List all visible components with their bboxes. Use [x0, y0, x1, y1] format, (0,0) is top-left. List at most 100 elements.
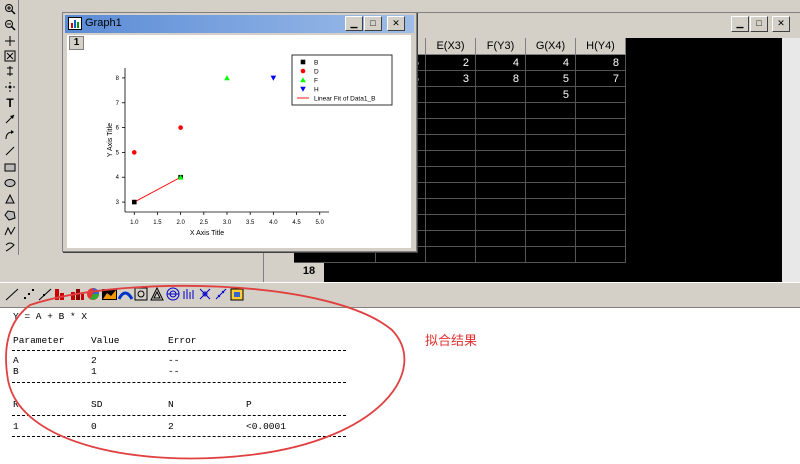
error-bar-icon[interactable] — [214, 287, 229, 302]
pie-chart-icon[interactable] — [86, 287, 101, 302]
worksheet-cell[interactable]: 7 — [576, 71, 626, 87]
worksheet-cell[interactable] — [476, 167, 526, 183]
text-tool-icon[interactable]: T — [1, 95, 19, 112]
worksheet-cell[interactable] — [526, 103, 576, 119]
close-button[interactable]: ✕ — [387, 16, 405, 31]
divider — [12, 436, 346, 437]
results-log[interactable]: Y = A + B * X Parameter Value Error A 2 … — [0, 307, 800, 464]
worksheet-cell[interactable] — [426, 151, 476, 167]
box-chart-icon[interactable] — [198, 287, 213, 302]
worksheet-cell[interactable] — [526, 247, 576, 263]
worksheet-cell[interactable] — [476, 135, 526, 151]
polyline-icon[interactable] — [1, 191, 19, 208]
data-point-b — [131, 199, 137, 205]
column-header[interactable]: G(X4) — [526, 38, 576, 55]
worksheet-cell[interactable] — [576, 199, 626, 215]
worksheet-cell[interactable] — [426, 167, 476, 183]
worksheet-cell[interactable] — [476, 183, 526, 199]
worksheet-cell[interactable] — [576, 119, 626, 135]
worksheet-cell[interactable] — [476, 87, 526, 103]
vector-plot-icon[interactable] — [182, 287, 197, 302]
maximize-button[interactable]: □ — [364, 16, 382, 31]
zoom-out-icon[interactable] — [1, 17, 19, 34]
worksheet-cell[interactable] — [476, 215, 526, 231]
worksheet-cell[interactable] — [526, 167, 576, 183]
maximize-button[interactable]: □ — [750, 16, 768, 32]
rectangle-icon[interactable] — [1, 159, 19, 176]
worksheet-cell[interactable] — [576, 103, 626, 119]
polar-icon[interactable] — [166, 287, 181, 302]
worksheet-cell[interactable] — [526, 215, 576, 231]
polygon-icon[interactable] — [1, 207, 19, 224]
column-plot-icon[interactable] — [54, 287, 69, 302]
x-tick-label: 1.0 — [130, 220, 139, 226]
worksheet-cell[interactable]: 4 — [476, 55, 526, 71]
worksheet-cell[interactable] — [426, 247, 476, 263]
curved-arrow-icon[interactable] — [1, 127, 19, 144]
worksheet-cell[interactable] — [476, 151, 526, 167]
worksheet-cell[interactable] — [526, 231, 576, 247]
worksheet-cell[interactable] — [576, 167, 626, 183]
worksheet-cell[interactable] — [476, 199, 526, 215]
worksheet-cell[interactable] — [426, 231, 476, 247]
zoom-in-icon[interactable] — [1, 1, 19, 18]
image-plot-icon[interactable] — [134, 287, 149, 302]
template-icon[interactable] — [230, 287, 245, 302]
worksheet-cell[interactable] — [426, 199, 476, 215]
row-header[interactable]: 18 — [294, 263, 324, 280]
stacked-column-icon[interactable] — [70, 287, 85, 302]
worksheet-cell[interactable] — [576, 135, 626, 151]
screen-reader-icon[interactable] — [1, 63, 19, 80]
column-header[interactable]: F(Y3) — [476, 38, 526, 55]
worksheet-cell[interactable]: 8 — [576, 55, 626, 71]
worksheet-cell[interactable]: 2 — [426, 55, 476, 71]
worksheet-cell[interactable] — [526, 183, 576, 199]
column-header[interactable]: E(X3) — [426, 38, 476, 55]
area-plot-icon[interactable] — [102, 287, 117, 302]
line-icon[interactable] — [1, 143, 19, 160]
minimize-button[interactable]: ▁ — [731, 16, 749, 32]
vertical-scrollbar[interactable] — [782, 38, 800, 288]
worksheet-cell[interactable] — [526, 151, 576, 167]
minimize-button[interactable]: ▁ — [345, 16, 363, 31]
column-header[interactable]: H(Y4) — [576, 38, 626, 55]
line-symbol-icon[interactable] — [38, 287, 53, 302]
freehand-icon[interactable] — [1, 223, 19, 240]
worksheet-cell[interactable] — [576, 231, 626, 247]
scatter-plot-icon[interactable] — [22, 287, 37, 302]
worksheet-cell[interactable] — [426, 119, 476, 135]
region-icon[interactable] — [1, 239, 19, 256]
worksheet-cell[interactable] — [426, 87, 476, 103]
worksheet-cell[interactable] — [476, 247, 526, 263]
data-point-d — [131, 150, 137, 155]
worksheet-cell[interactable] — [426, 215, 476, 231]
worksheet-cell[interactable] — [476, 103, 526, 119]
contour-icon[interactable] — [118, 287, 133, 302]
worksheet-cell[interactable] — [576, 215, 626, 231]
worksheet-cell[interactable] — [426, 183, 476, 199]
graph-titlebar[interactable]: Graph1 ▁ □ ✕ — [65, 15, 414, 33]
worksheet-cell[interactable]: 8 — [476, 71, 526, 87]
graph-page[interactable]: 1 1.0 1.5 2.0 2.5 3.0 3.5 4.0 4.5 5.0 3 4 5 6 7 8 X Axi… — [67, 35, 411, 248]
line-plot-icon[interactable] — [5, 287, 20, 302]
worksheet-cell[interactable] — [476, 231, 526, 247]
data-reader-icon[interactable] — [1, 79, 19, 96]
ternary-icon[interactable] — [150, 287, 165, 302]
worksheet-cell[interactable] — [576, 151, 626, 167]
worksheet-cell[interactable] — [426, 135, 476, 151]
worksheet-cell[interactable] — [576, 247, 626, 263]
worksheet-cell[interactable]: 4 — [526, 55, 576, 71]
worksheet-cell[interactable] — [476, 119, 526, 135]
worksheet-cell[interactable]: 3 — [426, 71, 476, 87]
worksheet-cell[interactable]: 5 — [526, 87, 576, 103]
worksheet-cell[interactable] — [526, 135, 576, 151]
worksheet-cell[interactable] — [526, 119, 576, 135]
close-button[interactable]: ✕ — [772, 16, 790, 32]
worksheet-cell[interactable] — [526, 199, 576, 215]
arrow-icon[interactable] — [1, 111, 19, 128]
worksheet-cell[interactable] — [426, 103, 476, 119]
worksheet-cell[interactable] — [576, 87, 626, 103]
worksheet-cell[interactable]: 5 — [526, 71, 576, 87]
ellipse-icon[interactable] — [1, 175, 19, 192]
worksheet-cell[interactable] — [576, 183, 626, 199]
